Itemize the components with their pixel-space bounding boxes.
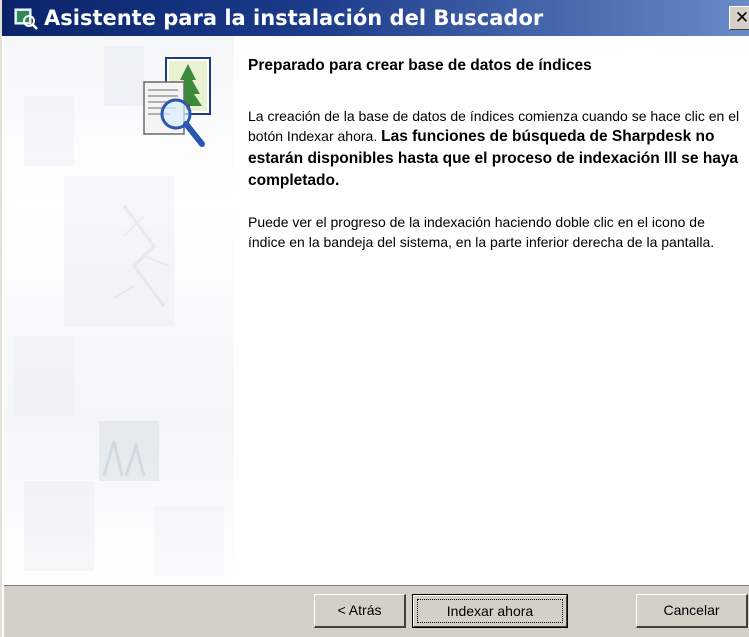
- index-now-button-label: Indexar ahora: [417, 599, 563, 623]
- indexing-notice: La creación de la base de datos de índic…: [248, 106, 744, 192]
- close-icon: ✕: [734, 8, 749, 27]
- window-title: Asistente para la instalación del Buscad…: [44, 6, 544, 30]
- index-search-document-icon: [143, 57, 211, 147]
- back-button[interactable]: < Atrás: [314, 594, 406, 628]
- wizard-content: Preparado para crear base de datos de ín…: [248, 56, 744, 252]
- close-button[interactable]: ✕: [729, 6, 749, 30]
- installer-window: Asistente para la instalación del Buscad…: [0, 0, 749, 637]
- footer-divider: [4, 585, 749, 586]
- title-bar[interactable]: Asistente para la instalación del Buscad…: [2, 0, 749, 36]
- setup-wizard-icon: [14, 8, 38, 30]
- index-now-button[interactable]: Indexar ahora: [412, 594, 568, 628]
- page-heading: Preparado para crear base de datos de ín…: [248, 57, 592, 74]
- button-bar: < Atrás Indexar ahora Cancelar: [4, 584, 749, 637]
- progress-hint: Puede ver el progreso de la indexación h…: [248, 214, 715, 250]
- cancel-button[interactable]: Cancelar: [636, 594, 748, 628]
- wizard-body: Preparado para crear base de datos de ín…: [4, 36, 749, 584]
